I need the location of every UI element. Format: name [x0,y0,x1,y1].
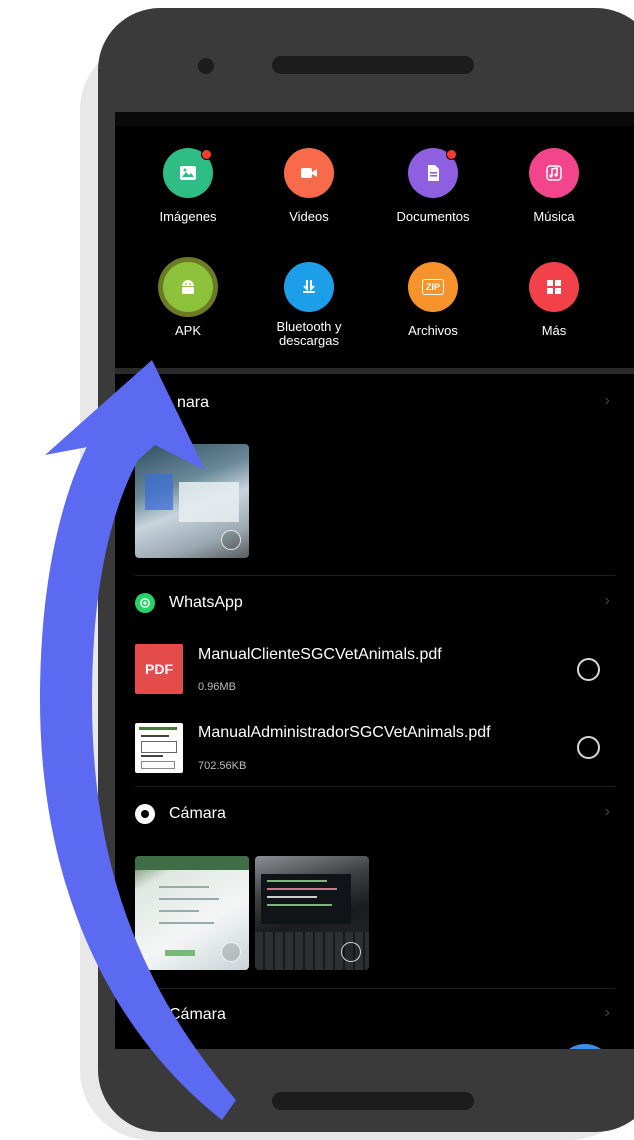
curved-arrow-annotation [40,360,236,1120]
